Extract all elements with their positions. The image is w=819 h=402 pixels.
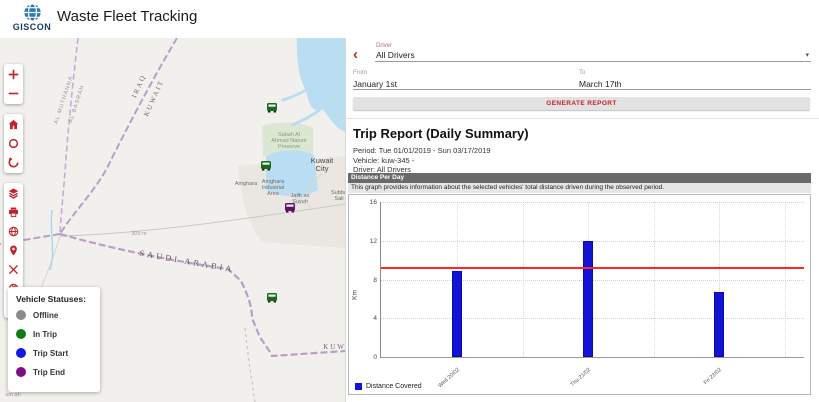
x-axis-label: Thu 21/02 bbox=[563, 367, 592, 394]
giscon-logo: GISCON bbox=[8, 2, 56, 36]
status-label: Trip Start bbox=[33, 349, 68, 358]
globe-logo-icon bbox=[22, 2, 43, 23]
bay-water bbox=[266, 150, 318, 196]
y-tick-label: 16 bbox=[358, 199, 377, 206]
from-date-input[interactable]: January 1st bbox=[353, 79, 397, 89]
generate-report-button[interactable]: GENERATE REPORT bbox=[353, 97, 810, 110]
truck-icon bbox=[266, 293, 278, 304]
distance-bar bbox=[583, 241, 593, 357]
x-axis-label: Fri 22/02 bbox=[694, 367, 723, 394]
vehicle-statuses-title: Vehicle Statuses: bbox=[16, 294, 92, 304]
printer-icon bbox=[8, 207, 19, 218]
vehicle-marker-in-trip[interactable] bbox=[260, 159, 272, 170]
circle-icon bbox=[8, 138, 19, 149]
to-field-label: To bbox=[579, 70, 585, 76]
status-legend-item[interactable]: In Trip bbox=[16, 329, 92, 339]
status-label: Offline bbox=[33, 311, 58, 320]
extent-button[interactable] bbox=[4, 134, 23, 153]
refresh-button[interactable] bbox=[4, 153, 23, 172]
distance-per-day-chart: Km 0481216Wed 20/02Thu 21/02Fri 22/02 Di… bbox=[348, 194, 811, 395]
status-dot bbox=[16, 367, 26, 377]
filter-section: ‹ Driver All Drivers ▾ From January 1st … bbox=[346, 38, 819, 119]
truck-icon bbox=[266, 103, 278, 114]
measure-button[interactable] bbox=[4, 260, 23, 279]
page-title: Waste Fleet Tracking bbox=[57, 8, 197, 25]
vehicle-marker-in-trip[interactable] bbox=[266, 101, 278, 112]
report-info: Period: Tue 01/01/2019 - Sun 03/17/2019 … bbox=[353, 146, 491, 175]
truck-icon bbox=[284, 203, 296, 214]
distance-bar bbox=[714, 292, 724, 357]
report-vehicle: Vehicle: kuw-345 - bbox=[353, 156, 491, 166]
zoom-in-button[interactable] bbox=[4, 65, 23, 84]
minus-icon bbox=[8, 88, 19, 99]
status-legend-item[interactable]: Trip End bbox=[16, 367, 92, 377]
print-button[interactable] bbox=[4, 203, 23, 222]
x-gridline bbox=[523, 202, 524, 357]
globe-icon bbox=[8, 226, 19, 237]
report-panel: ‹ Driver All Drivers ▾ From January 1st … bbox=[345, 38, 819, 402]
status-legend-item[interactable]: Offline bbox=[16, 310, 92, 320]
back-button[interactable]: ‹ bbox=[353, 47, 358, 62]
toolbar-group bbox=[4, 64, 23, 104]
status-dot bbox=[16, 310, 26, 320]
layers-icon bbox=[8, 188, 19, 199]
vehicle-marker-trip-end[interactable] bbox=[284, 201, 296, 212]
x-gridline bbox=[654, 202, 655, 357]
pin-icon bbox=[8, 245, 19, 256]
layers-button[interactable] bbox=[4, 184, 23, 203]
chevron-down-icon[interactable]: ▾ bbox=[805, 51, 809, 59]
y-tick-label: 8 bbox=[358, 277, 377, 284]
refresh-icon bbox=[8, 157, 19, 168]
tools-icon bbox=[8, 264, 19, 275]
legend-swatch bbox=[355, 383, 362, 390]
y-tick-label: 4 bbox=[358, 315, 377, 322]
y-tick-label: 12 bbox=[358, 238, 377, 245]
to-date-input[interactable]: March 17th bbox=[579, 79, 622, 89]
status-dot bbox=[16, 348, 26, 358]
driver-select[interactable]: All Drivers bbox=[376, 50, 415, 60]
driver-field-label: Driver bbox=[376, 43, 392, 49]
y-gridline bbox=[381, 202, 804, 203]
locate-button[interactable] bbox=[4, 241, 23, 260]
legend-label: Distance Covered bbox=[366, 383, 422, 390]
x-gridline bbox=[785, 202, 786, 357]
chart-section-description: This graph provides information about th… bbox=[348, 183, 811, 193]
basemap-button[interactable] bbox=[4, 222, 23, 241]
status-label: In Trip bbox=[33, 330, 57, 339]
distance-bar bbox=[452, 271, 462, 357]
status-legend-item[interactable]: Trip Start bbox=[16, 348, 92, 358]
logo-text: GISCON bbox=[8, 23, 56, 32]
chart-section-header: Distance Per Day bbox=[348, 173, 811, 183]
home-icon bbox=[8, 119, 19, 130]
y-axis-label: Km bbox=[351, 290, 358, 300]
zoom-out-button[interactable] bbox=[4, 84, 23, 103]
vehicle-statuses-legend: Vehicle Statuses: Offline In Trip Trip Sta… bbox=[8, 287, 100, 392]
y-tick-label: 0 bbox=[358, 354, 377, 361]
from-field-label: From bbox=[353, 70, 367, 76]
vehicle-marker-in-trip[interactable] bbox=[266, 291, 278, 302]
report-period: Period: Tue 01/01/2019 - Sun 03/17/2019 bbox=[353, 146, 491, 156]
status-dot bbox=[16, 329, 26, 339]
plus-icon bbox=[8, 69, 19, 80]
chart-legend: Distance Covered bbox=[355, 383, 422, 390]
truck-icon bbox=[260, 161, 272, 172]
app-header: GISCON Waste Fleet Tracking bbox=[0, 0, 819, 39]
chart-plot-area: 0481216Wed 20/02Thu 21/02Fri 22/02 bbox=[380, 202, 804, 358]
report-title: Trip Report (Daily Summary) bbox=[353, 126, 529, 141]
x-axis-label: Wed 20/02 bbox=[432, 367, 461, 394]
status-label: Trip End bbox=[33, 368, 65, 377]
toolbar-group bbox=[4, 114, 23, 173]
map-canvas[interactable]: AL MUTHANNAAL BASRAHIRAQKUWAITSAUDI ARAB… bbox=[0, 38, 345, 402]
home-button[interactable] bbox=[4, 115, 23, 134]
average-line bbox=[381, 267, 804, 269]
